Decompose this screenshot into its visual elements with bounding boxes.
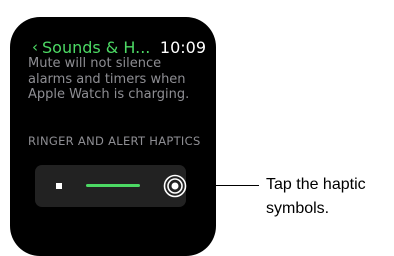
callout-text: Tap the haptic symbols. — [266, 173, 394, 221]
callout-line — [187, 185, 259, 186]
back-button-label[interactable]: Sounds & H... — [42, 38, 150, 58]
clock-time: 10:09 — [159, 38, 206, 57]
back-chevron-icon[interactable]: ‹ — [32, 37, 38, 57]
haptic-strength-slider[interactable] — [35, 165, 187, 207]
callout-line-1: Tap the haptic — [266, 176, 366, 193]
haptic-level-bar — [86, 184, 140, 187]
haptic-increase-icon[interactable] — [163, 174, 187, 198]
haptic-decrease-icon[interactable] — [56, 183, 62, 189]
callout-line-2: symbols. — [266, 200, 330, 217]
mute-info-text: Mute will not silence alarms and timers … — [28, 56, 190, 102]
section-header-ringer-haptics: RINGER AND ALERT HAPTICS — [28, 134, 201, 148]
